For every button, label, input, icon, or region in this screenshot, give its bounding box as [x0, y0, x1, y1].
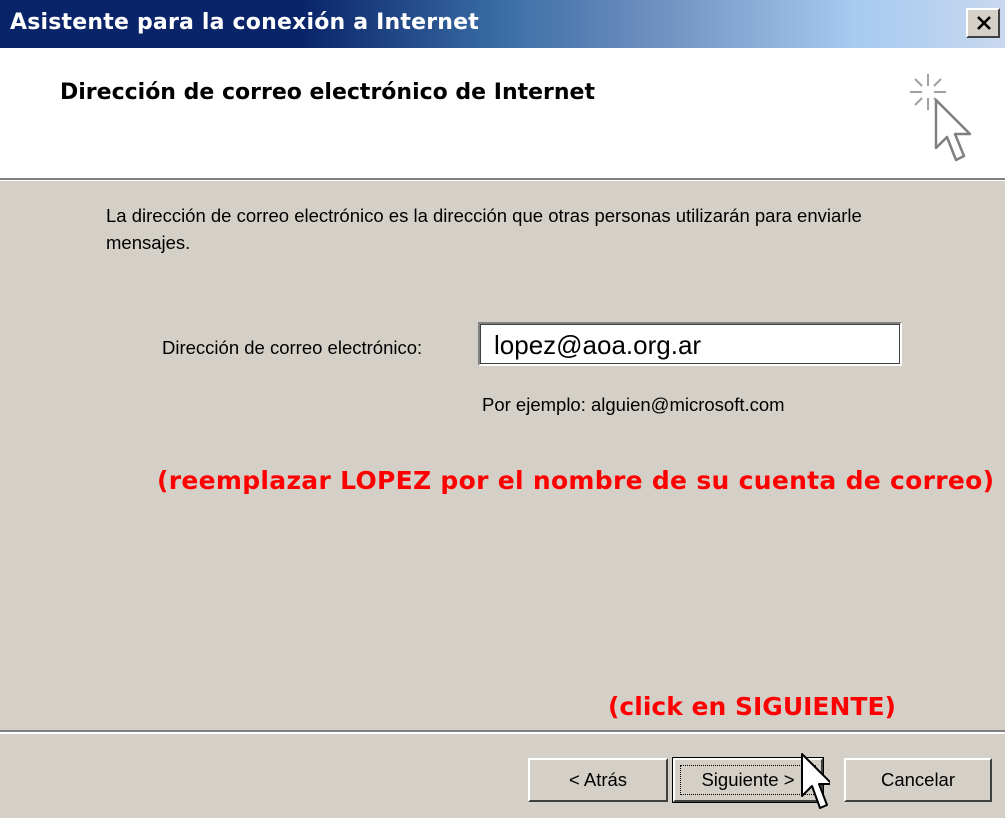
close-button[interactable] — [966, 8, 1000, 38]
wizard-sparkle-cursor-icon — [910, 74, 972, 162]
email-input[interactable] — [478, 322, 902, 366]
title-bar[interactable]: Asistente para la conexión a Internet — [0, 0, 1005, 48]
close-icon — [977, 16, 991, 30]
cancel-button-label: Cancelar — [880, 769, 956, 790]
header-divider-highlight — [0, 180, 1005, 181]
focus-rectangle — [680, 765, 816, 795]
annotation-click-next: (click en SIGUIENTE) — [608, 692, 896, 721]
wizard-header: Dirección de correo electrónico de Inter… — [0, 48, 1005, 178]
email-label: Dirección de correo electrónico: — [162, 337, 423, 358]
wizard-window: Asistente para la conexión a Internet Di… — [0, 0, 1005, 818]
annotation-replace-account: (reemplazar LOPEZ por el nombre de su cu… — [157, 466, 995, 495]
back-button[interactable]: < Atrás — [528, 758, 668, 802]
email-example: Por ejemplo: alguien@microsoft.com — [482, 394, 785, 415]
footer-divider-highlight — [0, 732, 1005, 734]
window-title: Asistente para la conexión a Internet — [10, 10, 479, 35]
page-heading: Dirección de correo electrónico de Inter… — [60, 80, 595, 105]
back-button-label: < Atrás — [568, 769, 628, 790]
cancel-button[interactable]: Cancelar — [844, 758, 992, 802]
mouse-pointer-icon — [801, 753, 830, 809]
intro-text: La dirección de correo electrónico es la… — [106, 205, 862, 253]
